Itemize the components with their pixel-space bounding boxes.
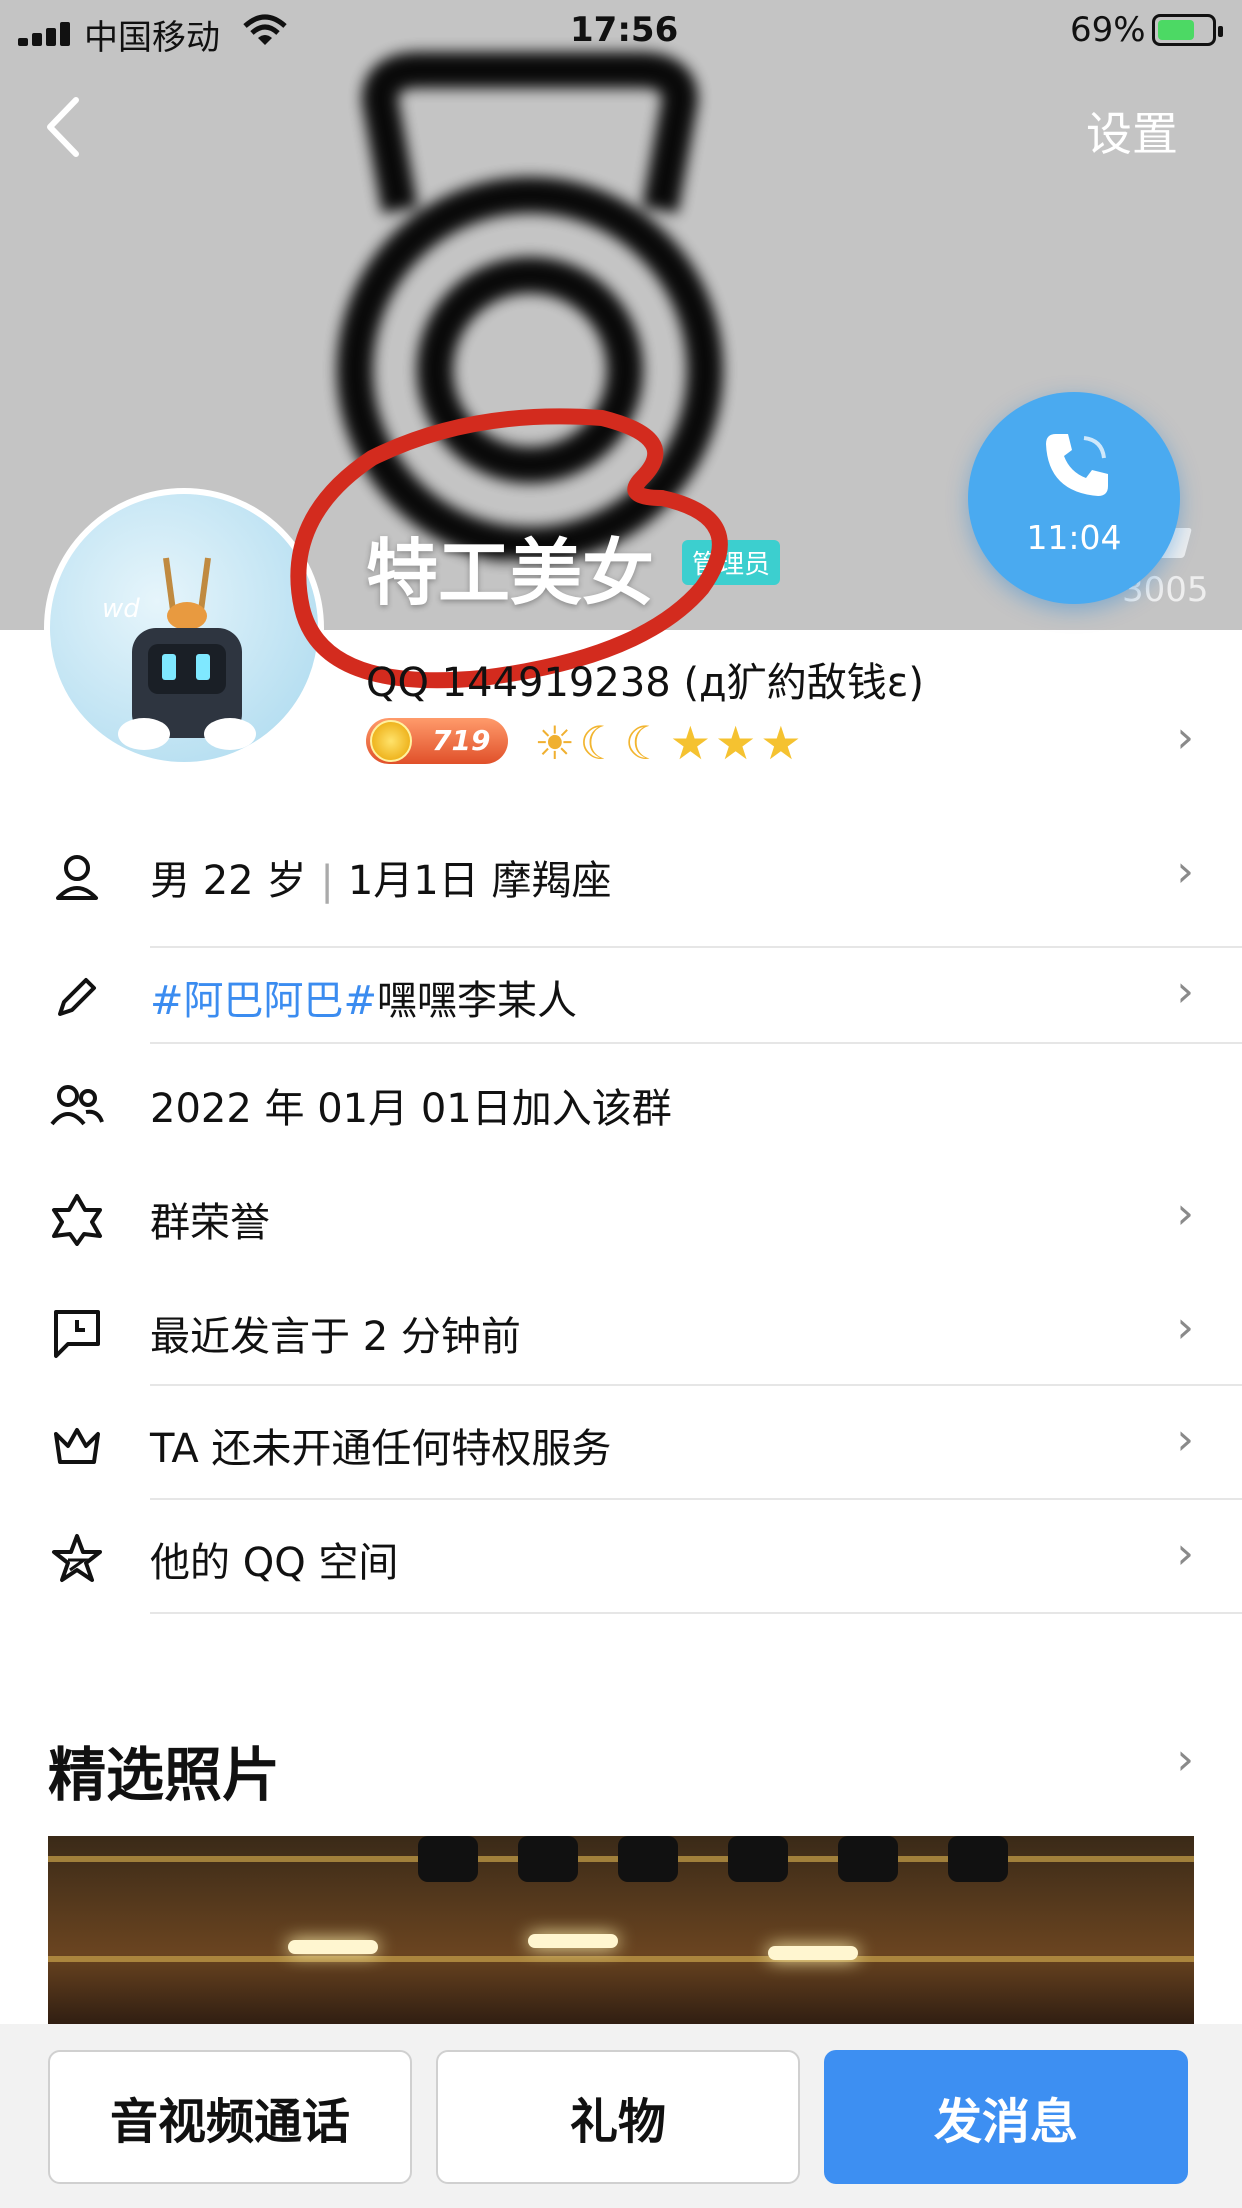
battery-icon <box>1152 14 1223 46</box>
signature-hashtag[interactable]: #阿巴阿巴# <box>150 978 377 1024</box>
pencil-icon <box>58 978 96 1016</box>
clock: 17:56 <box>570 10 679 50</box>
chevron-right-icon[interactable]: › <box>1176 712 1194 763</box>
coin-badge: 719 <box>366 718 508 764</box>
call-floating-button[interactable]: 11:04 <box>968 392 1180 604</box>
info-row-basic[interactable]: 男 22 岁 | 1月1日 摩羯座 › <box>0 820 1242 930</box>
divider <box>150 1384 1242 1386</box>
star-icon: ★ <box>715 716 757 770</box>
chevron-right-icon: › <box>1176 1414 1194 1465</box>
coin-icon <box>370 720 412 762</box>
privilege-status: TA 还未开通任何特权服务 <box>150 1426 612 1472</box>
zodiac: 摩羯座 <box>491 858 612 904</box>
avatar[interactable]: wd <box>44 488 324 768</box>
group-honor: 群荣誉 <box>150 1200 270 1246</box>
info-row-joined: 2022 年 01月 01日加入该群 <box>0 1048 1242 1158</box>
star-icon: ★ <box>669 716 711 770</box>
call-duration: 11:04 <box>1026 518 1122 557</box>
featured-photos-title[interactable]: 精选照片 <box>48 1728 280 1812</box>
audio-video-call-button[interactable]: 音视频通话 <box>48 2050 412 2184</box>
bottom-action-bar: 音视频通话 礼物 发消息 <box>0 2024 1242 2208</box>
message-clock-icon <box>54 1310 100 1358</box>
phone-icon <box>1046 434 1108 496</box>
divider <box>150 1612 1242 1614</box>
join-date: 2022 年 01月 01日加入该群 <box>150 1086 672 1132</box>
moon-icon: ☾ <box>579 716 621 770</box>
birthday: 1月1日 <box>347 858 479 904</box>
qq-number: QQ 144919238 (д犷約敌钱ε) <box>366 660 924 706</box>
send-message-button[interactable]: 发消息 <box>824 2050 1188 2184</box>
wifi-icon <box>243 14 287 45</box>
settings-button[interactable]: 设置 <box>1086 98 1178 164</box>
battery-percent: 69% <box>1070 10 1146 50</box>
back-icon[interactable] <box>40 92 88 162</box>
chevron-right-icon[interactable]: › <box>1176 1734 1194 1785</box>
info-row-signature[interactable]: #阿巴阿巴#嘿嘿李某人 › <box>0 940 1242 1050</box>
chevron-right-icon: › <box>1176 1302 1194 1353</box>
info-row-honor[interactable]: 群荣誉 › <box>0 1162 1242 1272</box>
star-icon: ★ <box>760 716 802 770</box>
hexagram-star-icon <box>52 1194 102 1246</box>
group-members-icon <box>50 1085 104 1126</box>
signature-text: 嘿嘿李某人 <box>377 978 578 1024</box>
chevron-right-icon: › <box>1176 966 1194 1017</box>
age: 22 岁 <box>202 858 307 904</box>
gender: 男 <box>150 858 190 904</box>
kettlebell-cover-image <box>337 52 723 560</box>
moon-icon: ☾ <box>624 716 666 770</box>
signal-icon <box>18 22 74 46</box>
nickname: 特工美女 <box>366 531 655 615</box>
robot-avatar-image <box>118 557 256 750</box>
chevron-right-icon: › <box>1176 846 1194 897</box>
chevron-right-icon: › <box>1176 1188 1194 1239</box>
carrier-name: 中国移动 <box>84 18 220 58</box>
featured-photo[interactable] <box>48 1836 1194 2032</box>
qzone-link: 他的 QQ 空间 <box>150 1540 399 1586</box>
admin-badge: 管理员 <box>682 540 781 585</box>
info-row-privilege[interactable]: TA 还未开通任何特权服务 › <box>0 1388 1242 1498</box>
separator: | <box>320 858 334 904</box>
info-row-last-speak[interactable]: 最近发言于 2 分钟前 › <box>0 1276 1242 1386</box>
divider <box>150 1498 1242 1500</box>
person-icon <box>56 855 98 900</box>
divider <box>150 1042 1242 1044</box>
last-speak: 最近发言于 2 分钟前 <box>150 1314 521 1360</box>
qzone-star-icon <box>52 1534 102 1582</box>
info-row-qzone[interactable]: 他的 QQ 空间 › <box>0 1502 1242 1612</box>
qq-level-icons: ☀ ☾ ☾ ★ ★ ★ <box>534 716 802 770</box>
crown-icon <box>54 1428 100 1464</box>
status-bar: 中国移动 17:56 69% <box>0 0 1242 62</box>
gift-button[interactable]: 礼物 <box>436 2050 800 2184</box>
sun-icon: ☀ <box>534 716 576 770</box>
chevron-right-icon: › <box>1176 1528 1194 1579</box>
coin-level: 719 <box>432 724 491 757</box>
